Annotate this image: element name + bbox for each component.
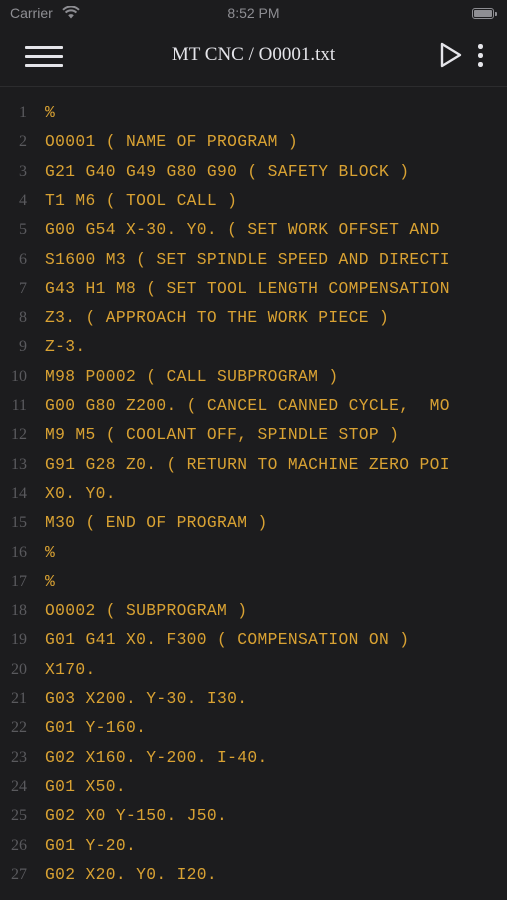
line-code-text[interactable]: G01 Y-160. [45, 718, 146, 737]
line-code-text[interactable]: G00 G54 X-30. Y0. ( SET WORK OFFSET AND [45, 220, 440, 239]
line-code-text[interactable]: G01 Y-20. [45, 836, 136, 855]
code-line[interactable]: 13 G91 G28 Z0. ( RETURN TO MACHINE ZERO P… [0, 450, 507, 479]
menu-button[interactable] [25, 46, 63, 68]
line-number: 20 [11, 660, 27, 678]
line-number: 10 [11, 367, 27, 385]
nav-bar: MT CNC / O0001.txt [0, 28, 507, 87]
battery-icon [472, 8, 497, 19]
line-code-text[interactable]: O0001 ( NAME OF PROGRAM ) [45, 132, 298, 151]
code-line[interactable]: 19 G01 G41 X0. F300 ( COMPENSATION ON ) [0, 625, 507, 654]
line-number: 24 [11, 777, 27, 795]
code-line[interactable]: 3 G21 G40 G49 G80 G90 ( SAFETY BLOCK ) [0, 157, 507, 186]
line-number: 23 [11, 748, 27, 766]
line-number: 8 [19, 309, 27, 327]
line-number: 13 [11, 455, 27, 473]
line-number: 22 [11, 719, 27, 737]
line-code-text[interactable]: G01 X50. [45, 777, 126, 796]
line-code-text[interactable]: M98 P0002 ( CALL SUBPROGRAM ) [45, 367, 339, 386]
code-line[interactable]: 17% [0, 567, 507, 596]
line-number: 16 [11, 543, 27, 561]
line-number: 3 [19, 162, 27, 180]
line-code-text[interactable]: G01 G41 X0. F300 ( COMPENSATION ON ) [45, 630, 409, 649]
line-number: 27 [11, 865, 27, 883]
file-title: MT CNC / O0001.txt [171, 44, 336, 65]
line-code-text[interactable]: G91 G28 Z0. ( RETURN TO MACHINE ZERO POI [45, 455, 450, 474]
code-line[interactable]: 16% [0, 538, 507, 567]
line-code-text[interactable]: G03 X200. Y-30. I30. [45, 689, 247, 708]
code-line[interactable]: 22 G01 Y-160. [0, 713, 507, 742]
line-number: 7 [19, 279, 27, 297]
play-icon[interactable] [440, 42, 462, 68]
line-code-text[interactable]: T1 M6 ( TOOL CALL ) [45, 191, 237, 210]
code-line[interactable]: 1% [0, 98, 507, 127]
code-line[interactable]: 21 G03 X200. Y-30. I30. [0, 684, 507, 713]
line-code-text[interactable]: G21 G40 G49 G80 G90 ( SAFETY BLOCK ) [45, 162, 409, 181]
line-code-text[interactable]: X170. [45, 660, 96, 679]
line-number: 5 [19, 221, 27, 239]
code-line[interactable]: 12 M9 M5 ( COOLANT OFF, SPINDLE STOP ) [0, 420, 507, 449]
code-line[interactable]: 18 O0002 ( SUBPROGRAM ) [0, 596, 507, 625]
code-line[interactable]: 4 T1 M6 ( TOOL CALL ) [0, 186, 507, 215]
code-line[interactable]: 5 G00 G54 X-30. Y0. ( SET WORK OFFSET AND [0, 215, 507, 244]
line-number: 2 [19, 133, 27, 151]
line-code-text[interactable]: % [45, 543, 55, 562]
code-line[interactable]: 27 G02 X20. Y0. I20. [0, 860, 507, 889]
status-bar: Carrier 8:52 PM [0, 0, 507, 28]
line-code-text[interactable]: G43 H1 M8 ( SET TOOL LENGTH COMPENSATION [45, 279, 450, 298]
line-code-text[interactable]: % [45, 572, 55, 591]
line-number: 14 [11, 484, 27, 502]
line-code-text[interactable]: G00 G80 Z200. ( CANCEL CANNED CYCLE, MO [45, 396, 450, 415]
code-editor[interactable]: 1% 2 O0001 ( NAME OF PROGRAM ) 3 G21 G40 G49… [0, 98, 507, 900]
code-line[interactable]: 14 X0. Y0. [0, 479, 507, 508]
code-line[interactable]: 15 M30 ( END OF PROGRAM ) [0, 508, 507, 537]
line-number: 12 [11, 426, 27, 444]
line-code-text[interactable]: G02 X160. Y-200. I-40. [45, 748, 268, 767]
line-number: 17 [11, 572, 27, 590]
code-line[interactable]: 8 Z3. ( APPROACH TO THE WORK PIECE ) [0, 303, 507, 332]
line-number: 19 [11, 631, 27, 649]
line-code-text[interactable]: X0. Y0. [45, 484, 116, 503]
code-line[interactable]: 7 G43 H1 M8 ( SET TOOL LENGTH COMPENSATIO… [0, 274, 507, 303]
line-code-text[interactable]: S1600 M3 ( SET SPINDLE SPEED AND DIRECTI [45, 250, 450, 269]
code-line[interactable]: 10 M98 P0002 ( CALL SUBPROGRAM ) [0, 362, 507, 391]
code-line[interactable]: 6 S1600 M3 ( SET SPINDLE SPEED AND DIRECT… [0, 245, 507, 274]
line-code-text[interactable]: M30 ( END OF PROGRAM ) [45, 513, 268, 532]
line-number: 11 [11, 397, 27, 414]
line-code-text[interactable]: O0002 ( SUBPROGRAM ) [45, 601, 247, 620]
code-line[interactable]: 11 G00 G80 Z200. ( CANCEL CANNED CYCLE, M… [0, 391, 507, 420]
line-code-text[interactable]: G02 X0 Y-150. J50. [45, 806, 227, 825]
line-number: 1 [19, 104, 27, 121]
line-code-text[interactable]: G02 X20. Y0. I20. [45, 865, 217, 884]
line-code-text[interactable]: M9 M5 ( COOLANT OFF, SPINDLE STOP ) [45, 425, 399, 444]
code-line[interactable]: 26 G01 Y-20. [0, 831, 507, 860]
code-line[interactable]: 9 Z-3. [0, 332, 507, 361]
code-line[interactable]: 20 X170. [0, 655, 507, 684]
more-options-icon[interactable] [473, 42, 487, 70]
line-number: 18 [11, 602, 27, 620]
line-number: 9 [19, 338, 27, 356]
code-line[interactable]: 25 G02 X0 Y-150. J50. [0, 801, 507, 830]
line-number: 6 [19, 250, 27, 268]
line-code-text[interactable]: % [45, 103, 55, 122]
line-code-text[interactable]: Z-3. [45, 337, 85, 356]
line-number: 15 [11, 514, 27, 532]
code-line[interactable]: 24 G01 X50. [0, 772, 507, 801]
line-number: 25 [11, 807, 27, 825]
line-code-text[interactable]: Z3. ( APPROACH TO THE WORK PIECE ) [45, 308, 389, 327]
code-line[interactable]: 23 G02 X160. Y-200. I-40. [0, 743, 507, 772]
code-line[interactable]: 2 O0001 ( NAME OF PROGRAM ) [0, 127, 507, 156]
line-number: 26 [11, 836, 27, 854]
status-time: 8:52 PM [227, 5, 280, 21]
line-number: 4 [19, 191, 27, 209]
line-number: 21 [11, 690, 27, 707]
